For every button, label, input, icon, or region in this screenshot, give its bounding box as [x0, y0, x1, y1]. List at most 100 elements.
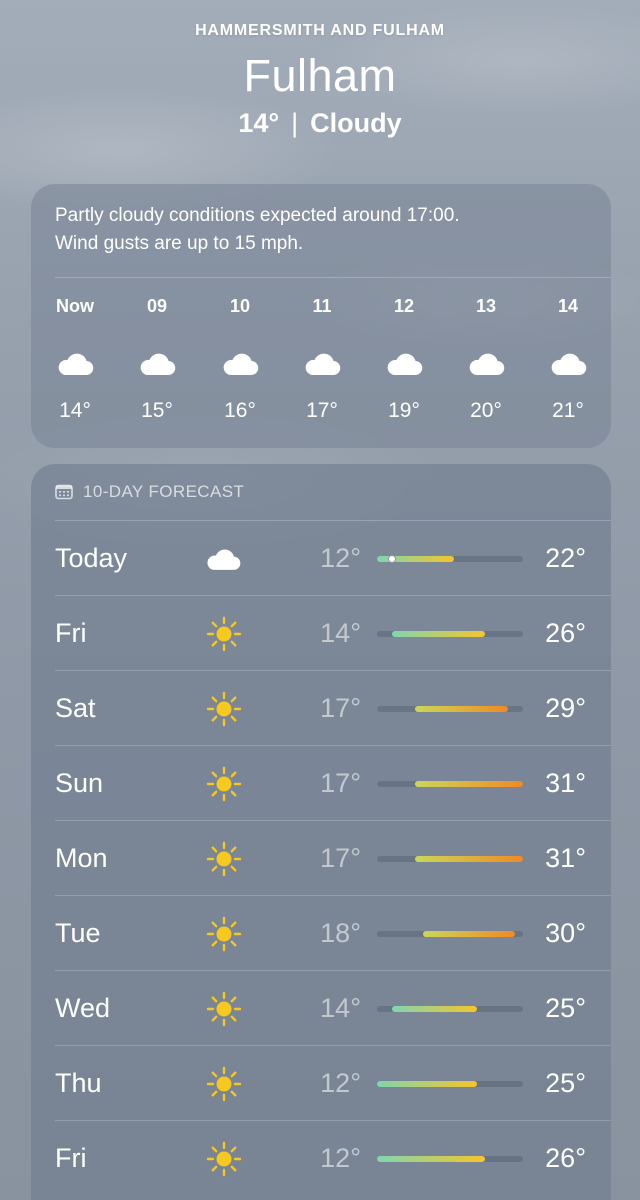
low-temperature: 17°: [320, 693, 361, 723]
low-temperature: 18°: [320, 918, 361, 948]
cloud-icon: [220, 349, 260, 377]
high-temperature: 29°: [545, 693, 586, 723]
sun-icon: [204, 989, 244, 1029]
hour-label: 13: [475, 296, 497, 316]
day-label: Mon: [55, 843, 108, 873]
low-temperature: 17°: [320, 843, 361, 873]
sun-icon: [204, 839, 244, 879]
forecast-row[interactable]: Sat 17° 29°: [31, 671, 611, 746]
day-label: Wed: [55, 993, 111, 1023]
high-temperature: 26°: [545, 1143, 586, 1173]
hour-label: 10: [229, 296, 251, 316]
hourly-item: 12 19°: [369, 296, 439, 423]
hourly-item: 11 17°: [287, 296, 357, 423]
hour-label: 12: [393, 296, 415, 316]
sun-icon: [204, 1064, 244, 1104]
high-temperature: 25°: [545, 1068, 586, 1098]
temperature-range-bar: [377, 781, 523, 787]
hour-label: 11: [312, 296, 332, 316]
forecast-row[interactable]: Thu 12° 25°: [31, 1046, 611, 1121]
cloud-icon: [55, 349, 95, 377]
hour-label: 09: [146, 296, 168, 316]
low-temperature: 12°: [320, 543, 361, 573]
high-temperature: 22°: [545, 543, 586, 573]
temperature-range-bar: [377, 931, 523, 937]
temperature-range-bar: [377, 706, 523, 712]
forecast-row[interactable]: Fri 12° 26°: [31, 1121, 611, 1196]
cloud-icon: [204, 539, 244, 579]
hour-temperature: 14°: [59, 399, 91, 422]
hour-temperature: 19°: [388, 399, 420, 422]
current-condition: Cloudy: [310, 108, 402, 138]
city-name: Fulham: [243, 50, 397, 101]
day-label: Fri: [55, 1143, 87, 1173]
day-label: Thu: [55, 1068, 102, 1098]
separator: |: [291, 108, 299, 138]
hourly-item: 10 16°: [205, 296, 275, 423]
temperature-range-fill: [423, 931, 516, 937]
high-temperature: 26°: [545, 618, 586, 648]
temperature-range-fill: [415, 781, 523, 787]
summary-line: Partly cloudy conditions expected around…: [55, 205, 460, 226]
low-temperature: 12°: [320, 1143, 361, 1173]
day-label: Today: [55, 543, 128, 573]
hourly-forecast-card[interactable]: Partly cloudy conditions expected around…: [31, 184, 611, 448]
temperature-range-bar: [377, 1006, 523, 1012]
sun-icon: [204, 614, 244, 654]
low-temperature: 17°: [320, 768, 361, 798]
high-temperature: 31°: [545, 768, 586, 798]
low-temperature: 14°: [320, 993, 361, 1023]
current-conditions: 14° | Cloudy: [0, 108, 640, 139]
hour-temperature: 15°: [141, 399, 173, 422]
cloud-icon: [548, 349, 588, 377]
ten-day-forecast-card[interactable]: 10-DAY FORECAST Today 12° 22° Fri 14° 26…: [31, 464, 611, 1200]
hour-label: Now: [56, 296, 94, 316]
hour-label: 14: [557, 296, 579, 316]
hour-temperature: 20°: [470, 399, 502, 422]
temperature-range-bar: [377, 856, 523, 862]
temperature-range-bar: [377, 631, 523, 637]
forecast-row[interactable]: Fri 14° 26°: [31, 596, 611, 671]
forecast-row[interactable]: Today 12° 22°: [31, 521, 611, 596]
cloud-icon: [137, 349, 177, 377]
calendar-icon: [55, 484, 73, 500]
high-temperature: 30°: [545, 918, 586, 948]
hour-temperature: 21°: [552, 399, 584, 422]
forecast-row[interactable]: Wed 14° 25°: [31, 971, 611, 1046]
hourly-item: 09 15°: [122, 296, 192, 423]
forecast-row[interactable]: Tue 18° 30°: [31, 896, 611, 971]
temperature-range-fill: [377, 1156, 485, 1162]
forecast-row[interactable]: Mon 17° 31°: [31, 821, 611, 896]
hourly-item: Now 14°: [40, 296, 110, 423]
region-name: HAMMERSMITH AND FULHAM: [195, 22, 445, 39]
hourly-summary: Partly cloudy conditions expected around…: [55, 202, 595, 258]
temperature-range-fill: [377, 1081, 477, 1087]
temperature-range-bar: [377, 555, 523, 563]
day-label: Sun: [55, 768, 104, 798]
temperature-range-fill: [415, 856, 523, 862]
summary-line: Wind gusts are up to 15 mph.: [55, 233, 304, 254]
low-temperature: 12°: [320, 1068, 361, 1098]
forecast-title: 10-DAY FORECAST: [83, 482, 245, 501]
current-temperature: 14°: [238, 108, 280, 138]
cloud-icon: [384, 349, 424, 377]
temperature-range-bar: [377, 1081, 523, 1087]
temperature-range-fill: [392, 1006, 477, 1012]
temperature-range-fill: [415, 706, 508, 712]
temperature-range-bar: [377, 1156, 523, 1162]
sun-icon: [204, 914, 244, 954]
hourly-item: 14 21°: [533, 296, 603, 423]
high-temperature: 31°: [545, 843, 586, 873]
day-label: Tue: [55, 918, 101, 948]
cloud-icon: [302, 349, 342, 377]
day-label: Fri: [55, 618, 87, 648]
forecast-row[interactable]: Sun 17° 31°: [31, 746, 611, 821]
hour-temperature: 17°: [306, 399, 338, 422]
sun-icon: [204, 1139, 244, 1179]
hour-temperature: 16°: [224, 399, 256, 422]
sun-icon: [204, 764, 244, 804]
low-temperature: 14°: [320, 618, 361, 648]
cloud-icon: [466, 349, 506, 377]
sun-icon: [204, 689, 244, 729]
forecast-header: 10-DAY FORECAST: [55, 482, 244, 502]
